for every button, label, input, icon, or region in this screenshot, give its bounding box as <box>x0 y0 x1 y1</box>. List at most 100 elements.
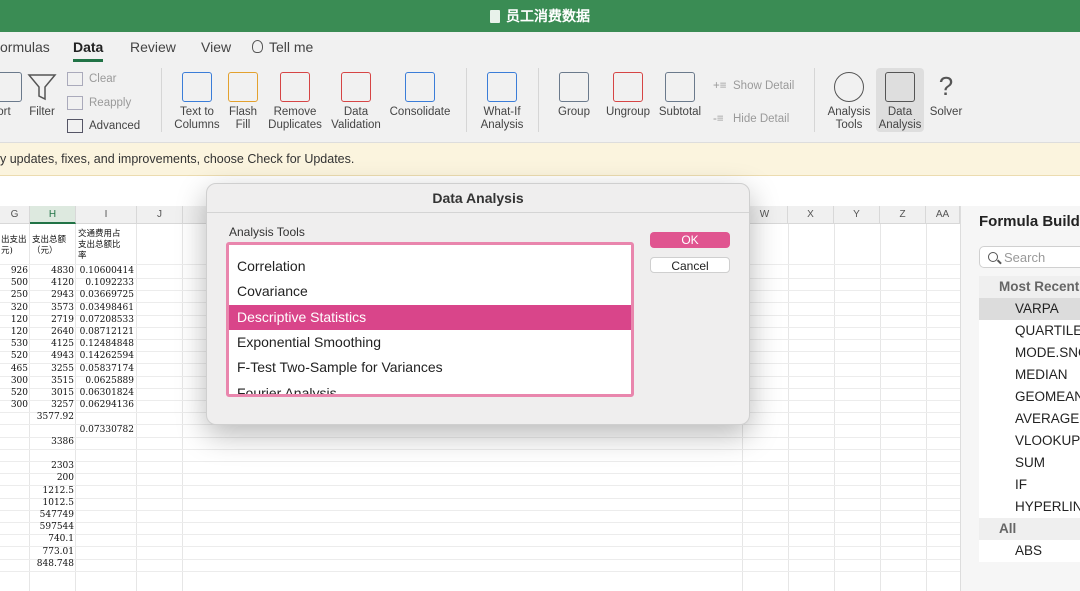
analysis-tool-fourier-analysis[interactable]: Fourier Analysis <box>229 381 631 394</box>
cell-h[interactable]: 2719 <box>30 315 74 325</box>
data-validation-button[interactable]: Data Validation <box>328 72 384 132</box>
cell-g[interactable]: 520 <box>0 388 28 398</box>
column-header-i[interactable]: I <box>76 206 137 224</box>
cell-g[interactable]: 120 <box>0 327 28 337</box>
cell-i[interactable]: 0.05837174 <box>76 364 134 374</box>
analysis-tools-button[interactable]: Analysis Tools <box>824 72 874 132</box>
tab-tell-me[interactable]: Tell me <box>252 39 313 55</box>
cell-h[interactable]: 547749 <box>30 510 74 520</box>
column-header-x[interactable]: X <box>788 206 834 224</box>
cell-h[interactable]: 200 <box>30 473 74 483</box>
subtotal-button[interactable]: Subtotal <box>656 72 704 119</box>
tab-data[interactable]: Data <box>73 39 104 62</box>
cell-g[interactable]: 520 <box>0 351 28 361</box>
column-header-g[interactable]: G <box>0 206 30 224</box>
cell-h[interactable]: 3015 <box>30 388 74 398</box>
all-functions-header[interactable]: All <box>979 518 1080 540</box>
cell-h[interactable]: 3573 <box>30 303 74 313</box>
cell-h[interactable]: 4120 <box>30 278 74 288</box>
cell-h[interactable]: 773.01 <box>30 547 75 557</box>
flash-fill-button[interactable]: Flash Fill <box>225 72 261 132</box>
cell-h[interactable]: 1212.5 <box>30 486 75 496</box>
ok-button[interactable]: OK <box>650 232 730 248</box>
filter-button[interactable]: Filter <box>27 72 57 119</box>
cell-g[interactable]: 926 <box>0 266 28 276</box>
analysis-tool-correlation[interactable]: Correlation <box>229 254 631 279</box>
function-search-input[interactable]: Search <box>979 246 1080 268</box>
function-item-hyperlink[interactable]: HYPERLIN <box>979 496 1080 518</box>
cell-g[interactable]: 500 <box>0 278 28 288</box>
cell-i[interactable]: 0.0625889 <box>76 376 134 386</box>
cell-h[interactable]: 2640 <box>30 327 74 337</box>
column-header-h[interactable]: H <box>30 206 76 224</box>
hide-detail-button[interactable]: -≡ Hide Detail <box>713 113 789 125</box>
column-header-y[interactable]: Y <box>834 206 880 224</box>
cell-g[interactable]: 250 <box>0 290 28 300</box>
data-analysis-button[interactable]: Data Analysis <box>876 68 924 132</box>
function-item-abs[interactable]: ABS <box>979 540 1080 562</box>
function-item-mode-sng[interactable]: MODE.SNG <box>979 342 1080 364</box>
tab-view[interactable]: View <box>201 39 231 55</box>
cell-i[interactable]: 0.1092233 <box>76 278 134 288</box>
function-item-quartile[interactable]: QUARTILE <box>979 320 1080 342</box>
function-item-varpa[interactable]: VARPA <box>979 298 1080 320</box>
function-item-sum[interactable]: SUM <box>979 452 1080 474</box>
column-header-aa[interactable]: AA <box>926 206 960 224</box>
cell-g[interactable]: 120 <box>0 315 28 325</box>
remove-duplicates-button[interactable]: Remove Duplicates <box>265 72 325 132</box>
advanced-button[interactable]: Advanced <box>67 119 140 133</box>
cell-h[interactable]: 3386 <box>30 437 74 447</box>
cell-i[interactable]: 0.07330782 <box>76 425 134 435</box>
cell-h[interactable]: 2943 <box>30 290 74 300</box>
cell-h[interactable]: 597544 <box>30 522 74 532</box>
cell-i[interactable]: 0.03669725 <box>76 290 134 300</box>
cancel-button[interactable]: Cancel <box>650 257 730 273</box>
cell-g[interactable]: 465 <box>0 364 28 374</box>
tab-formulas[interactable]: ormulas <box>0 39 50 55</box>
group-button[interactable]: Group <box>554 72 594 119</box>
cell-i[interactable]: 0.12484848 <box>76 339 134 349</box>
cell-h[interactable]: 848.748 <box>30 559 74 569</box>
cell-i[interactable]: 0.08712121 <box>76 327 134 337</box>
function-item-average[interactable]: AVERAGE <box>979 408 1080 430</box>
cell-h[interactable]: 3255 <box>30 364 74 374</box>
column-header-j[interactable]: J <box>137 206 183 224</box>
cell-g[interactable]: 300 <box>0 400 28 410</box>
cell-i[interactable]: 0.10600414 <box>76 266 134 276</box>
cell-h[interactable]: 4943 <box>30 351 74 361</box>
show-detail-button[interactable]: +≡ Show Detail <box>713 80 794 92</box>
function-item-if[interactable]: IF <box>979 474 1080 496</box>
cell-h[interactable]: 3257 <box>30 400 74 410</box>
cell-h[interactable]: 3577.92 <box>30 412 74 422</box>
analysis-tool-exponential-smoothing[interactable]: Exponential Smoothing <box>229 330 631 355</box>
cell-g[interactable]: 320 <box>0 303 28 313</box>
most-recent-header[interactable]: Most Recent <box>979 276 1080 298</box>
cell-h[interactable]: 1012.5 <box>30 498 75 508</box>
cell-h[interactable]: 4830 <box>30 266 74 276</box>
clear-button[interactable]: Clear <box>67 72 116 86</box>
reapply-button[interactable]: Reapply <box>67 96 131 110</box>
cell-g[interactable]: 530 <box>0 339 28 349</box>
header-cell-i[interactable]: 交通费用占 支出总额比 率 <box>78 229 121 262</box>
ungroup-button[interactable]: Ungroup <box>603 72 653 119</box>
cell-i[interactable]: 0.07208533 <box>76 315 134 325</box>
cell-h[interactable]: 740.1 <box>30 534 74 544</box>
consolidate-button[interactable]: Consolidate <box>387 72 453 119</box>
text-to-columns-button[interactable]: Text to Columns <box>172 72 222 132</box>
analysis-tool-covariance[interactable]: Covariance <box>229 279 631 304</box>
function-item-median[interactable]: MEDIAN <box>979 364 1080 386</box>
solver-button[interactable]: ? Solver <box>926 72 966 119</box>
cell-g[interactable]: 300 <box>0 376 28 386</box>
function-item-vlookup[interactable]: VLOOKUP <box>979 430 1080 452</box>
cell-h[interactable]: 2303 <box>30 461 74 471</box>
cell-h[interactable]: 4125 <box>30 339 74 349</box>
analysis-tool-descriptive-statistics[interactable]: Descriptive Statistics <box>229 305 631 330</box>
cell-i[interactable]: 0.06301824 <box>76 388 134 398</box>
cell-i[interactable]: 0.03498461 <box>76 303 134 313</box>
header-cell-g[interactable]: 出支出 元) <box>1 235 27 257</box>
what-if-analysis-button[interactable]: What-If Analysis <box>474 72 530 132</box>
column-header-z[interactable]: Z <box>880 206 926 224</box>
header-cell-h[interactable]: 支出总额 （元） <box>32 235 66 257</box>
cell-i[interactable]: 0.06294136 <box>76 400 134 410</box>
cell-i[interactable]: 0.14262594 <box>76 351 134 361</box>
